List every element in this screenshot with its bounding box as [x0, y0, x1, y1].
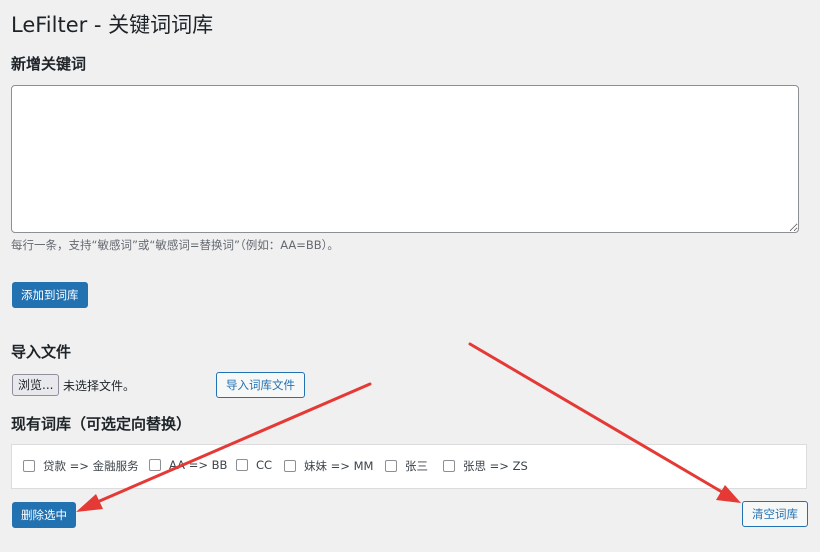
keyword-textarea[interactable]	[11, 85, 799, 233]
library-list: 贷款 => 金融服务 AA => BB CC 妹妹 => MM 张三 张思 =>…	[11, 444, 807, 489]
library-item-label: 张思 => ZS	[463, 459, 528, 473]
library-item[interactable]: CC	[236, 458, 272, 472]
item-checkbox[interactable]	[23, 460, 35, 472]
import-file-heading: 导入文件	[11, 343, 72, 361]
item-checkbox[interactable]	[443, 460, 455, 472]
library-item-label: AA => BB	[169, 458, 228, 472]
page-title: LeFilter - 关键词词库	[11, 13, 214, 37]
library-item-label: 张三	[405, 459, 428, 473]
import-library-file-button[interactable]: 导入词库文件	[216, 372, 305, 398]
browse-file-button[interactable]: 浏览...	[12, 374, 60, 396]
item-checkbox[interactable]	[149, 459, 161, 471]
keyword-format-hint: 每行一条，支持“敏感词”或“敏感词=替换词”（例如：AA=BB）。	[11, 238, 339, 252]
library-item-label: 贷款 => 金融服务	[43, 459, 139, 473]
existing-library-heading: 现有词库（可选定向替换）	[11, 415, 192, 433]
item-checkbox[interactable]	[385, 460, 397, 472]
no-file-selected-text: 未选择文件。	[63, 379, 136, 393]
delete-selected-button[interactable]: 删除选中	[12, 502, 76, 528]
library-item[interactable]: 张思 => ZS	[443, 458, 528, 474]
library-item[interactable]: 贷款 => 金融服务	[23, 458, 139, 474]
library-item[interactable]: 张三	[385, 458, 428, 474]
library-item[interactable]: 妹妹 => MM	[284, 458, 373, 474]
item-checkbox[interactable]	[236, 459, 248, 471]
library-item-label: CC	[256, 458, 273, 472]
add-keyword-heading: 新增关键词	[11, 55, 87, 73]
library-item[interactable]: AA => BB	[149, 458, 227, 472]
add-to-library-button[interactable]: 添加到词库	[12, 282, 88, 308]
library-item-label: 妹妹 => MM	[304, 459, 374, 473]
item-checkbox[interactable]	[284, 460, 296, 472]
clear-library-button[interactable]: 清空词库	[742, 501, 808, 527]
